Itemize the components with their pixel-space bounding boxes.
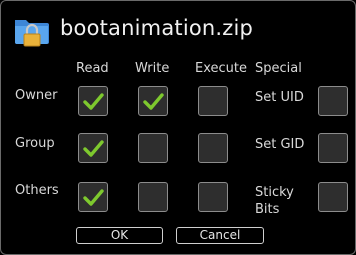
group-read-checkbox[interactable] [78, 133, 108, 163]
row-label-group: Group [15, 136, 55, 151]
row-label-others: Others [15, 183, 59, 198]
group-write-checkbox[interactable] [138, 133, 168, 163]
owner-write-checkbox[interactable] [138, 86, 168, 116]
checkmark-icon [83, 93, 104, 110]
column-header-write: Write [135, 61, 170, 76]
owner-execute-checkbox[interactable] [198, 86, 228, 116]
column-header-read: Read [76, 61, 109, 76]
ok-button[interactable]: OK [76, 227, 163, 244]
cancel-button[interactable]: Cancel [176, 227, 264, 244]
checkmark-icon [83, 189, 104, 206]
group-execute-checkbox[interactable] [198, 133, 228, 163]
checkmark-icon [143, 93, 164, 110]
row-label-owner: Owner [15, 88, 58, 103]
special-label-sticky-bits: Sticky Bits [255, 185, 294, 217]
special-label-set-gid: Set GID [255, 137, 305, 152]
others-read-checkbox[interactable] [78, 182, 108, 212]
others-execute-checkbox[interactable] [198, 182, 228, 212]
sticky-bits-checkbox[interactable] [318, 182, 348, 212]
checkmark-icon [83, 140, 104, 157]
set-gid-checkbox[interactable] [318, 133, 348, 163]
dialog-title: bootanimation.zip [60, 16, 254, 40]
set-uid-checkbox[interactable] [318, 86, 348, 116]
owner-read-checkbox[interactable] [78, 86, 108, 116]
column-header-special: Special [255, 61, 302, 76]
permissions-dialog: bootanimation.zip Read Write Execute Spe… [0, 0, 356, 255]
special-label-set-uid: Set UID [255, 90, 304, 105]
column-header-execute: Execute [195, 61, 247, 76]
locked-folder-icon [14, 14, 50, 48]
others-write-checkbox[interactable] [138, 182, 168, 212]
